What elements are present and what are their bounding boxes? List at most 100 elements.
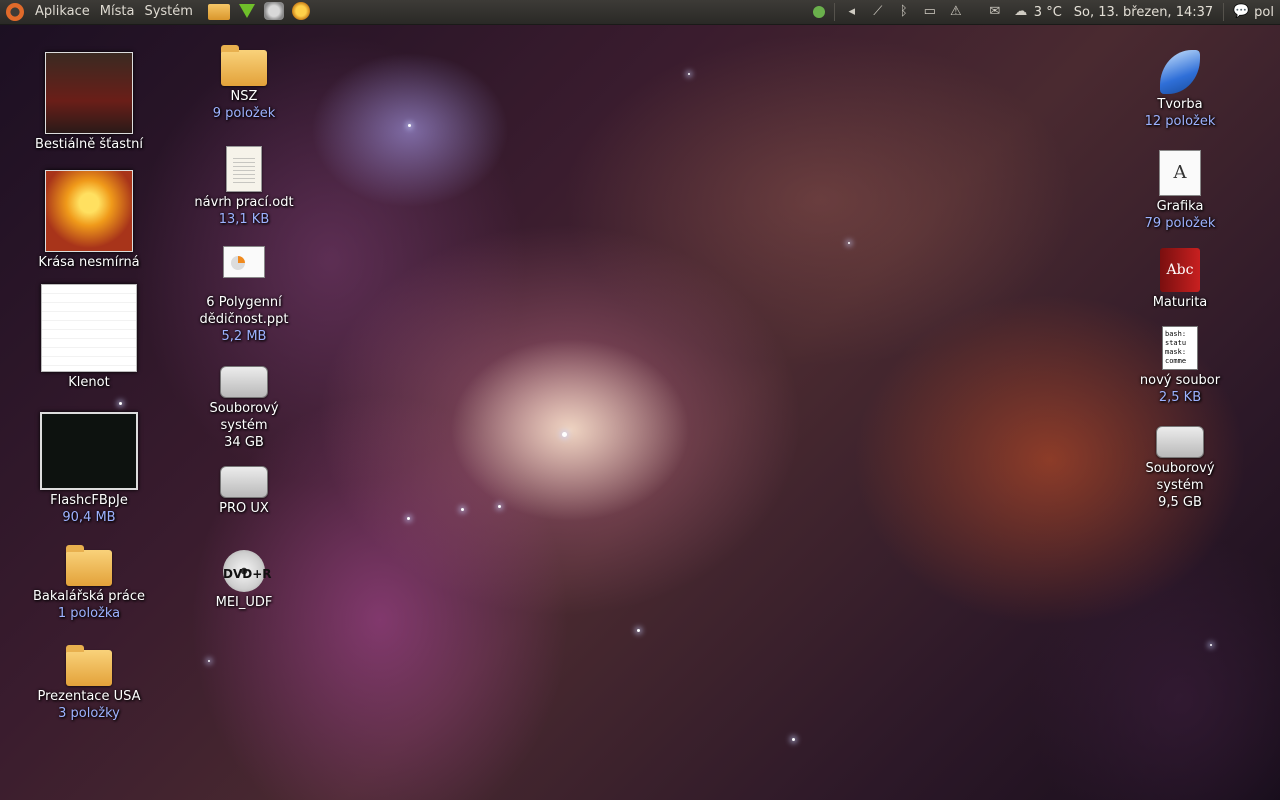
desktop-item-album-krasa[interactable]: Krása nesmírná (29, 170, 149, 271)
item-label: MEI_UDF (215, 595, 273, 610)
update-icon (291, 2, 310, 20)
star (407, 517, 410, 520)
item-label: Grafika (1156, 199, 1204, 214)
network-icon[interactable]: ⟋ (870, 4, 886, 20)
folder-icon (66, 545, 112, 586)
desktop-item-maturita[interactable]: Abc Maturita (1120, 248, 1240, 311)
file-manager-launcher[interactable] (207, 2, 230, 22)
desktop-item-filesystem-34[interactable]: Souborový systém 34 GB (184, 366, 304, 451)
item-label: Maturita (1152, 295, 1208, 310)
menu-places[interactable]: Místa (95, 0, 140, 24)
desktop-item-bakalarska[interactable]: Bakalářská práce 1 položka (29, 545, 149, 622)
album-cover-icon (45, 170, 133, 252)
star (119, 402, 122, 405)
hard-drive-icon (1156, 426, 1204, 458)
app-launcher[interactable] (263, 2, 286, 22)
star (1210, 644, 1212, 646)
weather-icon[interactable]: ☁ (1013, 4, 1029, 20)
launcher-group (207, 2, 314, 22)
item-label: Klenot (68, 375, 110, 390)
desktop-item-prezentace[interactable]: Prezentace USA 3 položky (29, 645, 149, 722)
item-label: Souborový systém (209, 401, 279, 433)
document-lines (233, 155, 255, 183)
item-size: 5,2 MB (221, 329, 267, 344)
item-size: 2,5 KB (1158, 390, 1202, 405)
desktop-item-pro-ux[interactable]: PRO UX (184, 466, 304, 517)
item-label: Tvorba (1157, 97, 1203, 112)
dvd-disc-icon: DVD+R (223, 550, 272, 592)
item-label: PRO UX (219, 501, 269, 516)
desktop-item-flash-video[interactable]: FlashcFBpJe 90,4 MB (29, 412, 149, 526)
clock[interactable]: So, 13. březen, 14:37 (1074, 5, 1213, 20)
chat-icon[interactable]: 💬 (1233, 4, 1249, 20)
item-label: 6 Polygenní dědičnost.ppt (199, 295, 289, 327)
desktop-item-navrh-praci[interactable]: návrh prací.odt 13,1 KB (184, 146, 304, 228)
item-label: Prezentace USA (37, 689, 141, 704)
update-launcher[interactable] (291, 2, 314, 22)
video-thumbnail-icon (40, 412, 138, 490)
desktop-item-mei-udf[interactable]: DVD+R MEI_UDF (184, 550, 304, 611)
top-panel: Aplikace Místa Systém ◂ ⟋ ᛒ ▭ ⚠ ✉ ☁ 3 °C… (0, 0, 1280, 25)
item-label: NSZ (230, 89, 258, 104)
warning-icon[interactable]: ⚠ (948, 4, 964, 20)
hard-drive-icon (220, 366, 268, 398)
folder-icon (66, 645, 112, 686)
item-count: 1 položka (57, 606, 121, 621)
presentation-icon (223, 246, 265, 278)
item-label: Souborový systém (1145, 461, 1215, 493)
dvd-logo: DVD+R (223, 567, 272, 581)
item-size: 90,4 MB (62, 510, 116, 525)
desktop-item-filesystem-9-5[interactable]: Souborový systém 9,5 GB (1120, 426, 1240, 511)
download-launcher-icon[interactable] (236, 2, 258, 22)
desktop-item-tvorba[interactable]: Tvorba 12 položek (1120, 50, 1240, 130)
tray-separator (833, 3, 835, 21)
item-size: 34 GB (224, 435, 264, 450)
text-document-icon (226, 146, 262, 192)
disc-app-icon (263, 2, 284, 20)
feather-icon (1160, 50, 1200, 94)
user-menu[interactable]: pol (1254, 5, 1274, 20)
item-count: 3 položky (58, 706, 120, 721)
temperature-readout[interactable]: 3 °C (1034, 5, 1062, 20)
star (637, 629, 640, 632)
menu-applications[interactable]: Aplikace (30, 0, 95, 24)
folder-icon (221, 45, 267, 86)
star (408, 124, 411, 127)
star (461, 508, 464, 511)
album-cover-icon (45, 52, 133, 134)
pie-chart-icon (231, 256, 245, 270)
item-label: návrh prací.odt (194, 195, 294, 210)
item-label: nový soubor (1139, 373, 1221, 388)
script-file-icon: bash: statu mask: comme (1162, 326, 1198, 370)
dictionary-icon: Abc (1160, 248, 1200, 292)
menu-system[interactable]: Systém (139, 0, 197, 24)
item-label: Bakalářská práce (33, 589, 145, 604)
bluetooth-icon[interactable]: ᛒ (896, 4, 912, 20)
desktop-item-klenot[interactable]: Klenot (29, 284, 149, 391)
fonts-document-icon: A (1159, 150, 1201, 196)
desktop-item-polygenni[interactable]: 6 Polygenní dědičnost.ppt 5,2 MB (184, 246, 304, 345)
system-tray: ◂ ⟋ ᛒ ▭ ⚠ ✉ ☁ 3 °C So, 13. březen, 14:37… (808, 0, 1280, 24)
desktop-item-nsz[interactable]: NSZ 9 položek (184, 45, 304, 122)
item-size: 13,1 KB (218, 212, 270, 227)
folder-icon (207, 4, 230, 20)
item-label: Krása nesmírná (38, 255, 140, 270)
item-size: 9,5 GB (1158, 495, 1202, 510)
item-count: 9 položek (212, 106, 276, 121)
mail-icon[interactable]: ✉ (987, 4, 1003, 20)
volume-icon[interactable]: ◂ (844, 4, 860, 20)
document-preview-icon (41, 284, 137, 372)
item-label: Bestiálně šťastní (35, 137, 143, 152)
tray-separator (1223, 3, 1225, 21)
star (848, 242, 850, 244)
star (688, 73, 690, 75)
desktop-item-album-bestialne[interactable]: Bestiálně šťastní (29, 52, 149, 153)
display-icon[interactable]: ▭ (922, 4, 938, 20)
usb-drive-icon (220, 466, 268, 498)
item-count: 79 položek (1144, 216, 1216, 231)
ubuntu-logo-icon[interactable] (6, 3, 24, 21)
update-status-icon[interactable] (812, 6, 825, 18)
desktop-item-grafika[interactable]: A Grafika 79 položek (1120, 150, 1240, 232)
star (792, 738, 795, 741)
desktop-item-novy-soubor[interactable]: bash: statu mask: comme nový soubor 2,5 … (1120, 326, 1240, 406)
